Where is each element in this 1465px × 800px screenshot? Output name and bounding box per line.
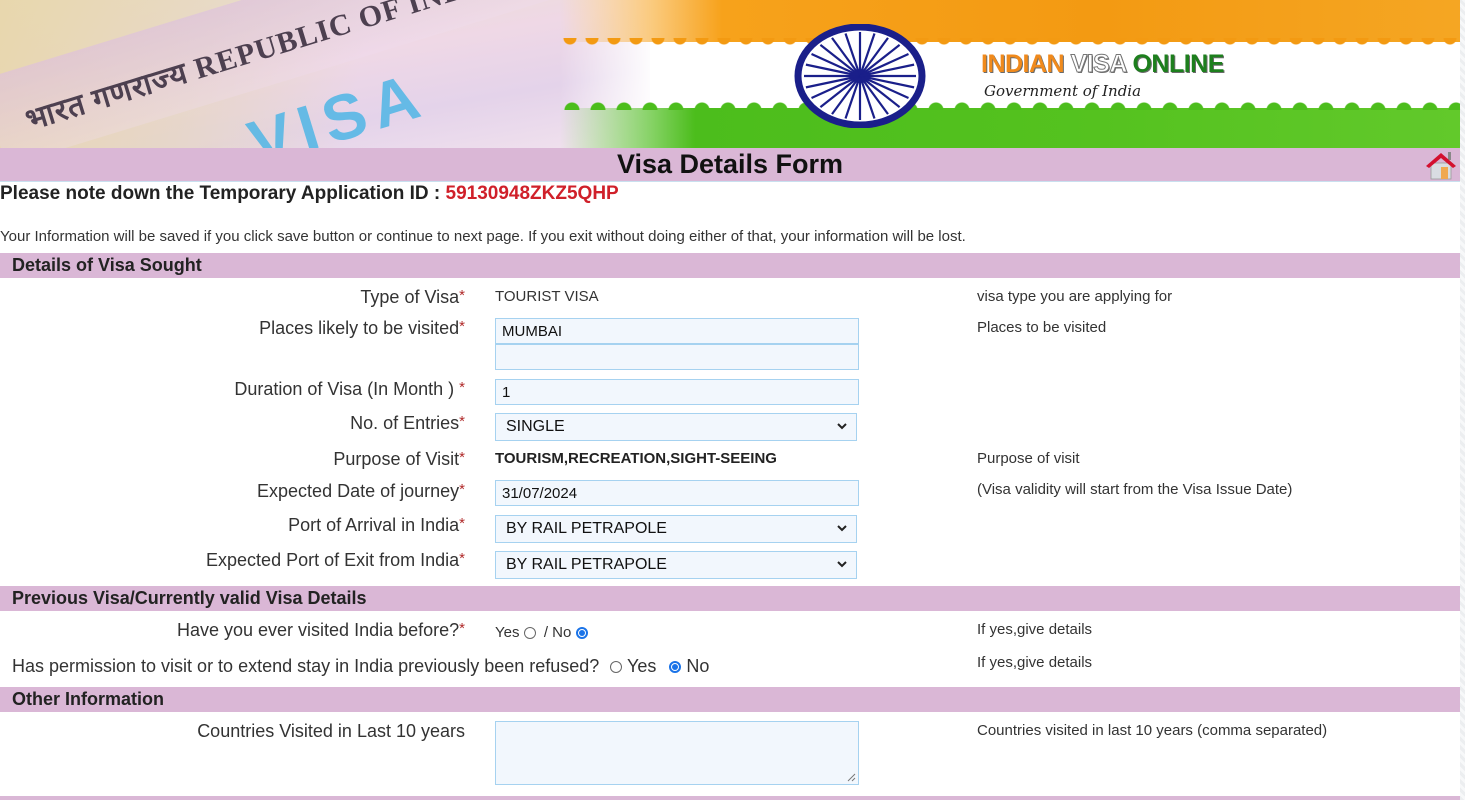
section-previous-visa-header: Previous Visa/Currently valid Visa Detai… — [0, 586, 1460, 611]
type-of-visa-hint: visa type you are applying for — [977, 288, 1173, 305]
flag-saffron-band — [560, 0, 1460, 52]
page-title: Visa Details Form — [616, 149, 844, 179]
brand-word-online: ONLINE — [1132, 50, 1224, 78]
port-exit-label: Expected Port of Exit from India* — [206, 550, 465, 570]
refused-no-label: No — [686, 656, 710, 676]
section-visa-sought-header: Details of Visa Sought — [0, 253, 1460, 278]
visited-before-hint: If yes,give details — [977, 621, 1093, 638]
refused-yes-label: Yes — [627, 656, 657, 676]
application-id-label: Please note down the Temporary Applicati… — [0, 183, 441, 204]
journey-date-hint: (Visa validity will start from the Visa … — [977, 481, 1293, 498]
flag-green-band — [560, 96, 1460, 148]
refused-row: Has permission to visit or to extend sta… — [12, 656, 709, 677]
type-of-visa-label: Type of Visa* — [360, 287, 465, 307]
places-input-1[interactable] — [495, 318, 859, 344]
refused-yes-radio[interactable] — [610, 661, 623, 674]
visited-yes-label: Yes — [495, 624, 520, 641]
places-input-2[interactable] — [495, 344, 859, 370]
type-of-visa-value: TOURIST VISA — [495, 288, 599, 305]
site-banner: भारत गणराज्य REPUBLIC OF INDIA VISA INDI… — [0, 0, 1460, 148]
title-bar: Visa Details Form — [0, 148, 1460, 182]
purpose-label: Purpose of Visit* — [333, 449, 465, 469]
next-section-header-edge — [0, 796, 1460, 800]
brand-word-indian: INDIAN — [981, 50, 1065, 78]
home-icon[interactable] — [1424, 150, 1458, 180]
chevron-down-icon — [837, 423, 847, 430]
brand-subtitle: Government of India — [984, 82, 1142, 100]
visited-before-radio-group: Yes / No — [495, 624, 588, 641]
entries-selected-value: SINGLE — [506, 418, 565, 435]
page-background-edge — [1460, 0, 1465, 800]
places-hint: Places to be visited — [977, 319, 1107, 336]
duration-label: Duration of Visa (In Month ) * — [234, 379, 465, 399]
section-other-info-header: Other Information — [0, 687, 1460, 712]
visited-no-label: / No — [543, 624, 572, 641]
refused-no-radio[interactable] — [669, 661, 682, 674]
ashoka-chakra-icon — [794, 24, 926, 128]
journey-date-input[interactable] — [495, 480, 859, 506]
refused-label: Has permission to visit or to extend sta… — [12, 656, 600, 676]
countries-textarea[interactable] — [495, 721, 859, 785]
brand-logo-text: INDIAN VISA ONLINE — [981, 50, 1224, 79]
places-label: Places likely to be visited* — [259, 318, 465, 338]
port-exit-selected-value: BY RAIL PETRAPOLE — [506, 556, 667, 573]
application-id-value: 59130948ZKZ5QHP — [445, 183, 619, 204]
duration-input[interactable] — [495, 379, 859, 405]
countries-hint: Countries visited in last 10 years (comm… — [977, 722, 1328, 739]
entries-select[interactable]: SINGLE — [495, 413, 857, 441]
refused-hint: If yes,give details — [977, 654, 1093, 671]
brand-word-visa: VISA — [1070, 50, 1127, 79]
entries-label: No. of Entries* — [350, 413, 465, 433]
countries-label: Countries Visited in Last 10 years — [197, 721, 465, 741]
journey-date-label: Expected Date of journey* — [257, 481, 465, 501]
chevron-down-icon — [837, 561, 847, 568]
port-arrival-label: Port of Arrival in India* — [288, 515, 465, 535]
visited-yes-radio[interactable] — [523, 627, 536, 640]
port-exit-select[interactable]: BY RAIL PETRAPOLE — [495, 551, 857, 579]
purpose-value: TOURISM,RECREATION,SIGHT-SEEING — [495, 450, 777, 467]
port-arrival-select[interactable]: BY RAIL PETRAPOLE — [495, 515, 857, 543]
save-notice: Your Information will be saved if you cl… — [0, 228, 966, 245]
port-arrival-selected-value: BY RAIL PETRAPOLE — [506, 520, 667, 537]
chevron-down-icon — [837, 525, 847, 532]
visited-no-radio[interactable] — [575, 627, 588, 640]
resize-grip-icon[interactable] — [847, 773, 856, 782]
visited-before-label: Have you ever visited India before?* — [176, 620, 465, 640]
purpose-hint: Purpose of visit — [977, 450, 1080, 467]
application-id-line: Please note down the Temporary Applicati… — [0, 183, 619, 205]
